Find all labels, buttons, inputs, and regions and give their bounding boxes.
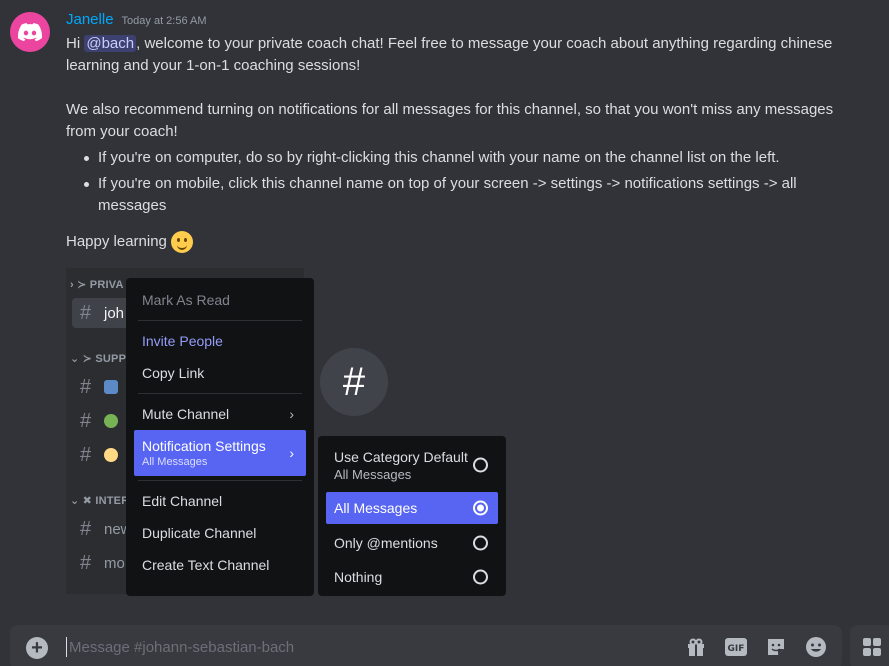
apps-icon[interactable] (850, 625, 889, 666)
hash-icon: # (80, 517, 92, 540)
smile-emoji-icon (170, 231, 193, 253)
menu-item-invite-people[interactable]: Invite People (134, 325, 306, 357)
radio-option-nothing[interactable]: Nothing (326, 560, 498, 594)
message-composer: + GIF (10, 625, 842, 666)
gift-icon[interactable] (684, 635, 708, 659)
menu-item-create-text-channel[interactable]: Create Text Channel (134, 549, 306, 581)
menu-item-label: Notification Settings (142, 438, 266, 454)
lightbulb-emoji-icon (104, 448, 118, 462)
signoff-text: Happy learning (66, 233, 167, 250)
author-avatar[interactable] (10, 12, 50, 52)
plus-circle-icon[interactable]: + (26, 637, 48, 659)
radio-option-only-mentions[interactable]: Only @mentions (326, 526, 498, 560)
message-paragraph-1: Hi @bach, welcome to your private coach … (66, 33, 866, 77)
message-input[interactable] (66, 637, 626, 657)
attached-screenshot[interactable]: › ≻ PRIVA # joh ⌄ ≻ SUPP # # # ⌄ ✖ INTER … (66, 268, 506, 596)
instruction-list: If you're on computer, do so by right-cl… (82, 147, 866, 217)
greeting-prefix: Hi (66, 35, 81, 52)
menu-item-mute-channel[interactable]: Mute Channel › (134, 398, 306, 430)
discord-logo-icon (18, 23, 42, 41)
menu-divider (138, 480, 302, 481)
hash-icon: # (80, 551, 92, 574)
message-paragraph-2: We also recommend turning on notificatio… (66, 101, 834, 140)
hash-icon: # (80, 409, 92, 432)
menu-item-notification-settings[interactable]: Notification Settings All Messages › (134, 430, 306, 476)
radio-checked-icon (473, 500, 488, 516)
user-mention[interactable]: @bach (84, 35, 137, 52)
notification-settings-submenu: Use Category Default All Messages All Me… (318, 436, 506, 596)
list-item: If you're on computer, do so by right-cl… (82, 147, 866, 169)
hash-icon: # (80, 443, 92, 466)
list-item: If you're on mobile, click this channel … (82, 173, 866, 217)
menu-item-mark-as-read[interactable]: Mark As Read (134, 284, 306, 316)
menu-item-duplicate-channel[interactable]: Duplicate Channel (134, 517, 306, 549)
menu-divider (138, 320, 302, 321)
radio-option-category-default[interactable]: Use Category Default All Messages (326, 442, 498, 488)
emoji-icon[interactable] (804, 635, 828, 659)
radio-icon (473, 569, 488, 585)
message-timestamp: Today at 2:56 AM (121, 15, 207, 27)
chevron-right-icon: › (289, 406, 294, 422)
greeting-rest: , welcome to your private coach chat! Fe… (66, 35, 833, 74)
channel-context-menu: Mark As Read Invite People Copy Link Mut… (126, 278, 314, 596)
radio-icon (473, 535, 488, 551)
channel-hash-icon: # (320, 348, 388, 416)
radio-icon (473, 457, 488, 473)
sticker-icon[interactable] (764, 635, 788, 659)
menu-item-sublabel: All Messages (142, 456, 208, 468)
menu-item-label: Mute Channel (142, 406, 230, 422)
signoff: Happy learning (66, 231, 866, 253)
message-header: Janelle Today at 2:56 AM (66, 11, 207, 28)
bug-emoji-icon (104, 414, 118, 428)
chevron-right-icon: › (289, 445, 294, 461)
author-name[interactable]: Janelle (66, 11, 114, 28)
category-support: ⌄ ≻ SUPP (70, 353, 127, 365)
message-content: Hi @bach, welcome to your private coach … (66, 33, 866, 253)
mailbox-emoji-icon (104, 380, 118, 394)
menu-item-copy-link[interactable]: Copy Link (134, 357, 306, 389)
category-private: › ≻ PRIVA (70, 279, 124, 291)
menu-divider (138, 393, 302, 394)
category-interest: ⌄ ✖ INTER (70, 495, 130, 507)
hash-icon: # (80, 375, 92, 398)
menu-item-edit-channel[interactable]: Edit Channel (134, 485, 306, 517)
radio-option-all-messages[interactable]: All Messages (326, 492, 498, 524)
svg-text:GIF: GIF (728, 644, 745, 654)
hash-icon: # (80, 301, 92, 324)
gif-icon[interactable]: GIF (724, 635, 748, 659)
